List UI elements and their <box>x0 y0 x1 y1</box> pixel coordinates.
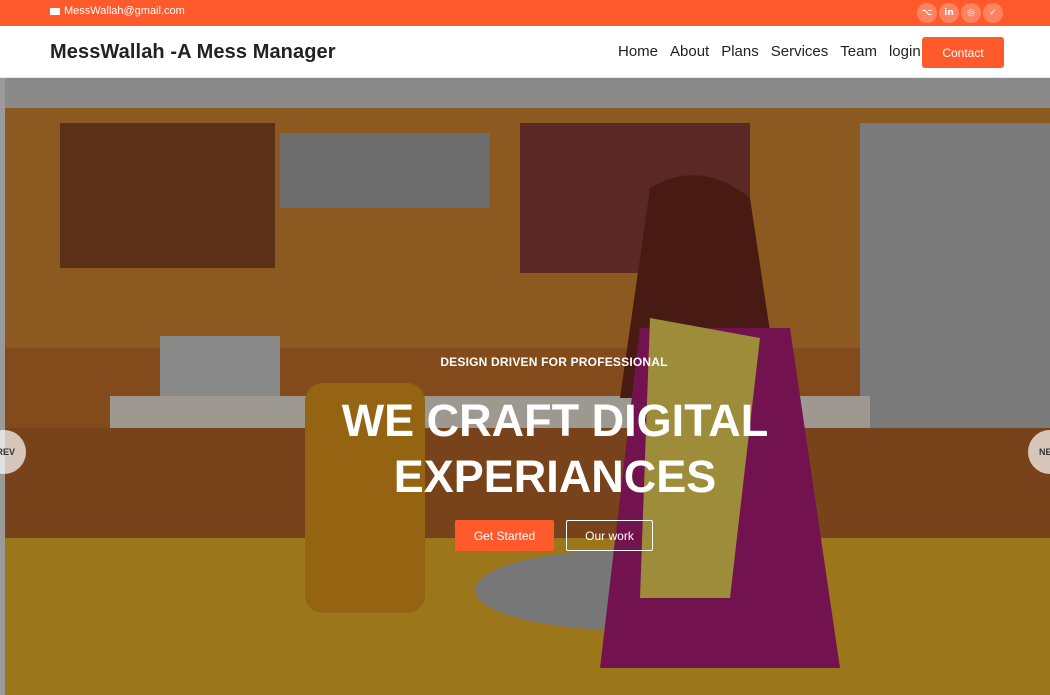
hero-left-strip <box>0 78 5 695</box>
nav-home[interactable]: Home <box>618 43 658 60</box>
instagram-icon[interactable]: ◎ <box>961 3 981 23</box>
nav-about[interactable]: About <box>670 43 709 60</box>
our-work-button[interactable]: Our work <box>566 520 653 551</box>
linkedin-icon[interactable]: in <box>939 3 959 23</box>
social-links: ⌥ in ◎ ✓ <box>917 3 1003 23</box>
get-started-button[interactable]: Get Started <box>455 520 554 551</box>
hero-top-band <box>0 78 1050 108</box>
hero-headline-line1: WE CRAFT DIGITAL <box>341 395 769 446</box>
nav-login[interactable]: login <box>889 43 921 60</box>
brand-title[interactable]: MessWallah -A Mess Manager <box>50 41 336 64</box>
hero-headline-line2: EXPERIANCES <box>393 451 717 502</box>
hero-carousel: DESIGN DRIVEN FOR PROFESSIONAL WE CRAFT … <box>0 78 1050 695</box>
nav-plans[interactable]: Plans <box>721 43 759 60</box>
main-navbar: MessWallah -A Mess Manager Home About Pl… <box>0 26 1050 78</box>
nav-services[interactable]: Services <box>771 43 829 60</box>
github-icon[interactable]: ⌥ <box>917 3 937 23</box>
email-text[interactable]: MessWallah@gmail.com <box>64 5 185 17</box>
hero-overlay <box>0 78 1050 695</box>
contact-button[interactable]: Contact <box>922 37 1004 68</box>
envelope-icon <box>50 7 60 15</box>
twitter-icon[interactable]: ✓ <box>983 3 1003 23</box>
hero-headline: WE CRAFT DIGITAL EXPERIANCES <box>330 393 780 505</box>
hero-eyebrow: DESIGN DRIVEN FOR PROFESSIONAL <box>440 355 668 369</box>
nav-team[interactable]: Team <box>840 43 877 60</box>
nav-links: Home About Plans Services Team login <box>618 43 921 60</box>
top-bar: MessWallah@gmail.com ⌥ in ◎ ✓ <box>0 0 1050 26</box>
email-contact[interactable]: MessWallah@gmail.com <box>50 5 185 17</box>
